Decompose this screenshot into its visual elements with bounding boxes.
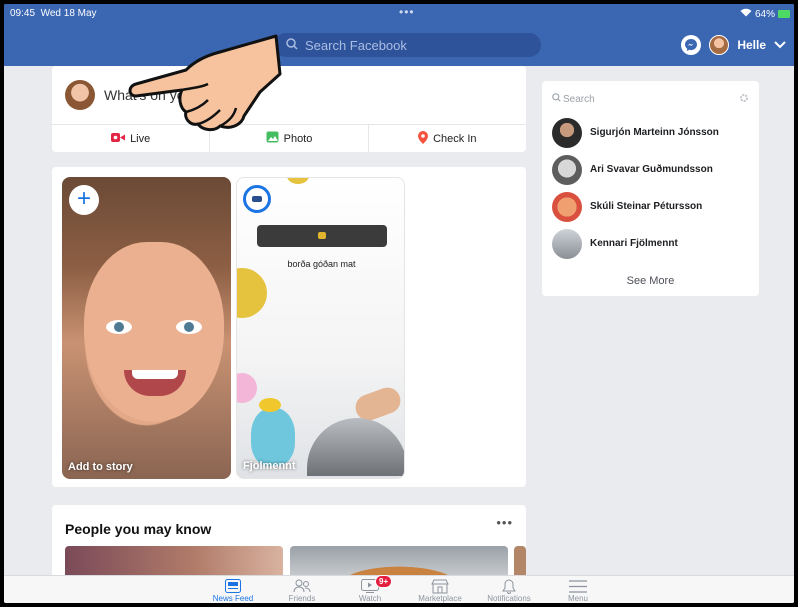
live-video-icon — [111, 132, 126, 146]
composer-avatar — [65, 80, 95, 110]
mascot-illustration — [251, 398, 295, 466]
contact-item[interactable]: Sigurjón Marteinn Jónsson — [552, 114, 752, 151]
tab-menu[interactable]: Menu — [548, 578, 608, 603]
battery-icon — [778, 10, 790, 18]
bell-icon — [479, 578, 539, 594]
watch-badge: 9+ — [375, 575, 393, 588]
contact-item[interactable]: Skúli Steinar Pétursson — [552, 188, 752, 225]
contact-avatar — [552, 154, 582, 185]
profile-avatar[interactable] — [709, 35, 730, 55]
news-feed-icon — [203, 578, 263, 594]
contact-item[interactable]: Kennari Fjölmennt — [552, 225, 752, 262]
search-input[interactable]: Search Facebook — [274, 33, 541, 57]
pointing-hand-overlay — [124, 34, 284, 139]
add-story-plus-icon[interactable]: + — [69, 185, 99, 215]
tab-watch[interactable]: 9+ Watch — [340, 575, 400, 603]
messenger-icon[interactable] — [681, 35, 702, 55]
check-in-button[interactable]: Check In — [369, 125, 526, 152]
contacts-search-placeholder: Search — [563, 93, 595, 105]
location-pin-icon — [418, 130, 429, 147]
contact-list: Sigurjón Marteinn Jónsson Ari Svavar Guð… — [552, 114, 752, 262]
contact-avatar — [552, 191, 582, 222]
status-indicators: 64% — [740, 8, 790, 20]
search-icon — [552, 93, 561, 105]
user-name[interactable]: Helle — [737, 38, 766, 52]
contact-avatar — [552, 228, 582, 259]
story-face-photo — [84, 242, 224, 422]
search-icon — [286, 37, 298, 53]
story-banner — [257, 225, 387, 247]
stories-tray: + Add to story borða góðan mat Fjölmennt — [52, 167, 526, 487]
menu-icon — [548, 578, 608, 594]
status-time: 09:45 Wed 18 May — [10, 8, 97, 19]
story-caption: borða góðan mat — [287, 259, 356, 269]
search-placeholder: Search Facebook — [305, 37, 407, 53]
cloche-illustration — [307, 418, 404, 476]
contacts-panel: Search Sigurjón Marteinn Jónsson Ari Sva… — [542, 81, 759, 296]
tab-friends[interactable]: Friends — [272, 578, 332, 603]
contact-item[interactable]: Ari Svavar Guðmundsson — [552, 151, 752, 188]
see-more-link[interactable]: See More — [542, 275, 759, 287]
tab-marketplace[interactable]: Marketplace — [410, 578, 470, 603]
eye-shape — [176, 320, 202, 334]
story-card-fjolmennt[interactable]: borða góðan mat Fjölmennt — [236, 177, 405, 479]
story-profile-ring — [243, 185, 271, 213]
battery-percent: 64% — [754, 8, 775, 20]
add-to-story-card[interactable]: + Add to story — [62, 177, 231, 479]
contact-avatar — [552, 117, 582, 148]
top-navigation-bar: 09:45 Wed 18 May ••• 64% Search Facebook… — [4, 4, 794, 66]
ipad-screen: 09:45 Wed 18 May ••• 64% Search Facebook… — [4, 4, 794, 603]
chevron-down-icon[interactable] — [774, 38, 786, 52]
contacts-search-input[interactable]: Search — [552, 88, 749, 110]
gear-icon[interactable] — [739, 93, 749, 106]
pymk-title: People you may know — [65, 521, 212, 537]
marketplace-icon — [410, 578, 470, 594]
decor-shape — [237, 268, 267, 318]
story-label: Add to story — [68, 461, 133, 473]
multitasking-dots[interactable]: ••• — [399, 5, 415, 19]
bottom-tab-bar: News Feed Friends 9+ Watch Marketplace N… — [4, 575, 794, 603]
tab-news-feed[interactable]: News Feed — [203, 578, 263, 603]
friends-icon — [272, 578, 332, 594]
more-options-icon[interactable]: ••• — [496, 515, 513, 530]
wifi-icon — [740, 8, 752, 20]
story-label: Fjölmennt — [243, 460, 296, 472]
decor-shape — [237, 373, 257, 403]
header-account: Helle — [681, 33, 786, 57]
decor-shape — [287, 178, 309, 184]
eye-shape — [106, 320, 132, 334]
tab-notifications[interactable]: Notifications — [479, 578, 539, 603]
smile-shape — [124, 370, 186, 396]
